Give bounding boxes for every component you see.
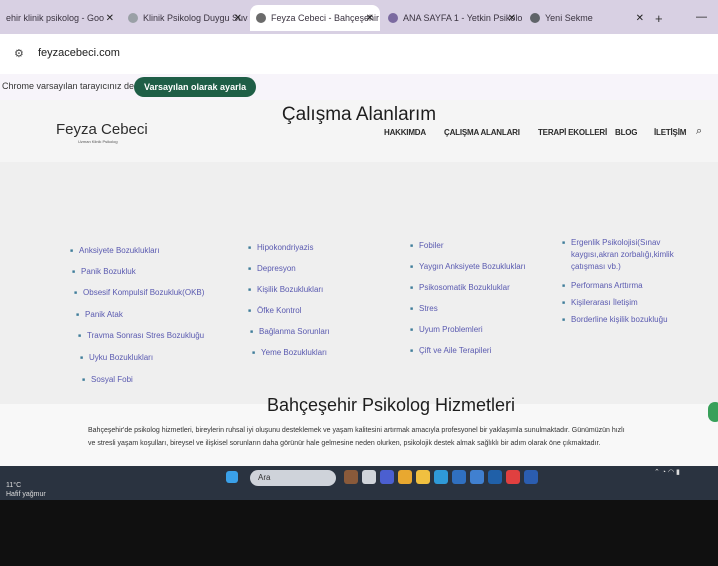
chrome-2-icon[interactable]: [506, 470, 520, 484]
work-area-item[interactable]: Yaygın Anksiyete Bozuklukları: [410, 262, 526, 271]
work-area-item[interactable]: Borderline kişilik bozukluğu: [562, 315, 668, 324]
new-tab-button[interactable]: +: [655, 11, 663, 26]
weather-description: Hafif yağmur: [6, 491, 46, 498]
work-area-item[interactable]: Stres: [410, 304, 438, 313]
url-field[interactable]: feyzacebeci.com: [38, 47, 120, 59]
work-area-item[interactable]: Sosyal Fobi: [82, 375, 133, 384]
tab-label: ehir klinik psikolog - Goo: [6, 13, 105, 23]
close-tab-icon[interactable]: ✕: [508, 13, 516, 24]
browser-tab-bar: ehir klinik psikolog - Goo ✕ Klinik Psik…: [0, 0, 718, 34]
work-area-item[interactable]: Uyku Bozuklukları: [80, 353, 153, 362]
nav-terapi-ekolleri[interactable]: TERAPİ EKOLLERİ: [538, 128, 607, 137]
search-icon[interactable]: ⌕: [696, 125, 702, 138]
work-area-item[interactable]: Panik Bozukluk: [72, 267, 136, 276]
close-tab-icon[interactable]: ✕: [366, 13, 374, 24]
work-area-item[interactable]: Kişilik Bozuklukları: [248, 285, 323, 294]
work-area-item[interactable]: Travma Sonrası Stres Bozukluğu: [78, 331, 204, 340]
work-area-item[interactable]: Çift ve Aile Terapileri: [410, 346, 491, 355]
infobar-message: Chrome varsayılan tarayıcınız değil: [2, 81, 144, 91]
services-paragraph-line1: Bahçeşehir'de psikolog hizmetleri, birey…: [88, 427, 625, 434]
nav-iletisim[interactable]: İLETİŞİM: [654, 128, 686, 137]
close-tab-icon[interactable]: ✕: [636, 13, 644, 24]
store-icon[interactable]: [452, 470, 466, 484]
task-view-icon[interactable]: [362, 470, 376, 484]
tab-yetkin-psikoloji[interactable]: ANA SAYFA 1 - Yetkin Psikoloji ✕: [382, 5, 522, 31]
file-explorer-icon[interactable]: [416, 470, 430, 484]
services-title: Bahçeşehir Psikolog Hizmetleri: [266, 395, 516, 415]
nav-hakkimda[interactable]: HAKKIMDA: [384, 128, 426, 137]
laptop-bezel: [0, 500, 718, 566]
windows-taskbar: [0, 466, 718, 500]
site-info-icon[interactable]: ⚙: [14, 47, 24, 60]
weather-temperature: 11°C: [6, 482, 22, 489]
screen: ehir klinik psikolog - Goo ✕ Klinik Psik…: [0, 0, 718, 500]
favicon-icon: [530, 13, 540, 23]
work-area-item[interactable]: Ergenlik Psikolojisi(Sınav: [562, 238, 660, 247]
tab-label: Feyza Cebeci - Bahçeşehir Psik: [271, 13, 380, 23]
work-area-item[interactable]: Performans Arttırma: [562, 281, 643, 290]
address-bar: ⚙ feyzacebeci.com: [0, 34, 718, 74]
section-title: Çalışma Alanlarım: [281, 104, 437, 125]
mail-icon[interactable]: [470, 470, 484, 484]
word-icon[interactable]: [524, 470, 538, 484]
work-area-item[interactable]: Depresyon: [248, 264, 296, 273]
minimize-icon[interactable]: —: [696, 11, 707, 23]
work-area-item[interactable]: Psikosomatik Bozukluklar: [410, 283, 510, 292]
tab-label: ANA SAYFA 1 - Yetkin Psikoloji: [403, 13, 522, 23]
work-area-item-continued: kaygısı,akran zorbalığı,kimlik: [571, 250, 674, 259]
system-tray[interactable]: ⌃ ◔ ◠ ▮: [654, 468, 680, 476]
edge-icon[interactable]: [434, 470, 448, 484]
tab-label: Klinik Psikolog Duygu Suvan - Çe: [143, 13, 248, 23]
work-area-item[interactable]: Obsesif Kompulsif Bozukluk(OKB): [74, 288, 204, 297]
work-area-item[interactable]: Öfke Kontrol: [248, 306, 301, 315]
close-tab-icon[interactable]: ✕: [234, 13, 242, 24]
close-tab-icon[interactable]: ✕: [106, 13, 114, 24]
services-paragraph-line2: ve stresli yaşam koşulları, bireysel ve …: [88, 440, 601, 447]
tab-feyza-cebeci[interactable]: Feyza Cebeci - Bahçeşehir Psik ✕: [250, 5, 380, 31]
work-area-item[interactable]: Yeme Bozuklukları: [252, 348, 327, 357]
start-icon[interactable]: [226, 471, 238, 483]
widgets-icon[interactable]: [344, 470, 358, 484]
logo-subtitle: Uzman Klinik Psikolog: [78, 139, 118, 144]
work-area-item[interactable]: Anksiyete Bozuklukları: [70, 246, 159, 255]
chat-button[interactable]: [708, 402, 718, 422]
tab-new-tab[interactable]: Yeni Sekme ✕: [524, 5, 650, 31]
work-area-item[interactable]: Fobiler: [410, 241, 443, 250]
security-icon[interactable]: [488, 470, 502, 484]
work-area-item[interactable]: Kişilerarası İletişim: [562, 298, 638, 307]
nav-blog[interactable]: BLOG: [615, 128, 638, 137]
taskbar-search[interactable]: Ara: [250, 470, 336, 486]
favicon-icon: [256, 13, 266, 23]
default-browser-infobar: Chrome varsayılan tarayıcınız değil Vars…: [0, 74, 718, 100]
work-area-item[interactable]: Uyum Problemleri: [410, 325, 483, 334]
work-area-item[interactable]: Hipokondriyazis: [248, 243, 313, 252]
favicon-icon: [128, 13, 138, 23]
work-area-item-continued: çatışması vb.): [571, 262, 621, 271]
tab-google-search[interactable]: ehir klinik psikolog - Goo ✕: [0, 5, 120, 31]
work-area-item[interactable]: Panik Atak: [76, 310, 123, 319]
tab-duygu-suvan[interactable]: Klinik Psikolog Duygu Suvan - Çe ✕: [122, 5, 248, 31]
nav-calisma-alanlari[interactable]: ÇALIŞMA ALANLARI: [444, 128, 520, 137]
tab-label: Yeni Sekme: [545, 13, 593, 23]
teams-icon[interactable]: [380, 470, 394, 484]
favicon-icon: [388, 13, 398, 23]
work-area-item[interactable]: Bağlanma Sorunları: [250, 327, 330, 336]
chrome-icon[interactable]: [398, 470, 412, 484]
weather-widget[interactable]: 11°C Hafif yağmur: [6, 481, 46, 499]
set-default-button[interactable]: Varsayılan olarak ayarla: [134, 77, 257, 97]
